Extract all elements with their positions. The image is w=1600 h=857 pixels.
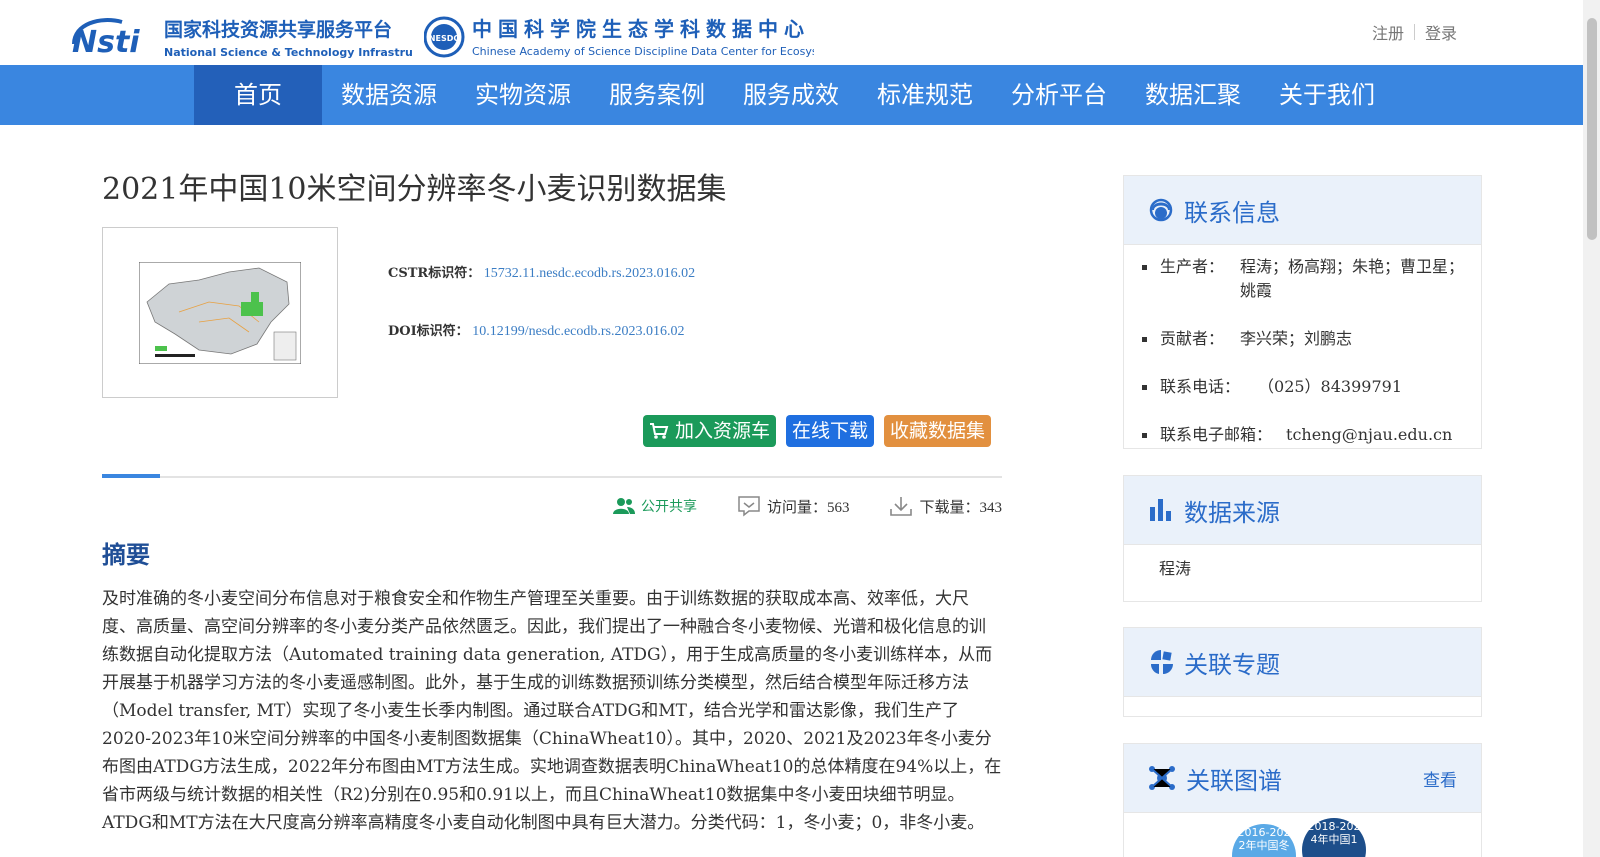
nav-item-4[interactable]: 服务成效 bbox=[724, 65, 858, 125]
nsti-logo[interactable]: Nsti 国家科技资源共享服务平台 National Science & Tec… bbox=[70, 14, 412, 60]
main-nav: 首页 数据资源 实物资源 服务案例 服务成效 标准规范 分析平台 数据汇聚 关于我们 bbox=[0, 65, 1583, 125]
nav-item-2[interactable]: 实物资源 bbox=[456, 65, 590, 125]
related-topics-panel: 关联专题 bbox=[1123, 627, 1482, 717]
scrollbar-thumb[interactable] bbox=[1587, 18, 1597, 240]
download-icon bbox=[890, 497, 913, 516]
contributor-item: 贡献者： 李兴荣；刘鹏志 bbox=[1142, 327, 1465, 351]
email-value[interactable]: tcheng@njau.edu.cn bbox=[1286, 423, 1452, 447]
related-graph-header: 关联图谱 查看 bbox=[1124, 744, 1481, 813]
phone-value: （025）84399791 bbox=[1258, 377, 1402, 396]
svg-text:2018-202: 2018-202 bbox=[1308, 820, 1361, 833]
visits-label: 访问量：563 bbox=[766, 499, 850, 516]
svg-text:2年中国冬: 2年中国冬 bbox=[1239, 838, 1290, 852]
downloads-label: 下载量：343 bbox=[919, 499, 1002, 516]
producer-value: 程涛；杨高翔；朱艳；曹卫星；姚霞 bbox=[1240, 257, 1465, 300]
logo2-cn: 中国科学院生态学科数据中心 bbox=[472, 17, 810, 41]
dataset-main: 2021年中国10米空间分辨率冬小麦识别数据集 CSTR标识符： 15732.1… bbox=[102, 165, 1002, 833]
contact-list: 生产者： 程涛；杨高翔；朱艳；曹卫星；姚霞 贡献者： 李兴荣；刘鹏志 联系电话：… bbox=[1124, 245, 1481, 477]
abstract-heading: 摘要 bbox=[102, 541, 150, 569]
action-buttons: 加入资源车 在线下载 收藏数据集 bbox=[643, 415, 992, 447]
view-graph-link[interactable]: 查看 bbox=[1423, 766, 1457, 791]
producer-label: 生产者： bbox=[1160, 257, 1225, 276]
abstract-text: 及时准确的冬小麦空间分布信息对于粮食安全和作物生产管理至关重要。由于训练数据的获… bbox=[102, 589, 1002, 833]
header: Nsti 国家科技资源共享服务平台 National Science & Tec… bbox=[0, 0, 1583, 65]
nav-item-8[interactable]: 关于我们 bbox=[1260, 65, 1394, 125]
add-to-cart-button[interactable]: 加入资源车 bbox=[643, 415, 777, 447]
online-download-label: 在线下载 bbox=[792, 420, 869, 442]
downloads-stat: 下载量：343 bbox=[889, 495, 1002, 517]
comment-icon bbox=[738, 496, 760, 517]
logo2-en: Chinese Academy of Science Discipline Da… bbox=[472, 45, 814, 58]
nesdc-logo[interactable]: NESDC 中国科学院生态学科数据中心 Chinese Academy of S… bbox=[424, 15, 814, 61]
svg-text:Nsti: Nsti bbox=[72, 25, 140, 60]
register-link[interactable]: 注册 bbox=[1372, 20, 1404, 44]
logo1-en: National Science & Technology Infrastruc… bbox=[164, 46, 412, 59]
network-graph-icon bbox=[1149, 766, 1175, 790]
dataset-title: 2021年中国10米空间分辨率冬小麦识别数据集 bbox=[102, 172, 727, 207]
contact-panel-title: 联系信息 bbox=[1184, 198, 1280, 227]
visits-stat: 访问量：563 bbox=[737, 495, 850, 517]
favorite-dataset-label: 收藏数据集 bbox=[890, 420, 986, 442]
related-topics-header: 关联专题 bbox=[1124, 628, 1481, 697]
nav-item-6[interactable]: 分析平台 bbox=[992, 65, 1126, 125]
nav-item-0[interactable]: 首页 bbox=[194, 65, 322, 125]
identifiers: CSTR标识符： 15732.11.nesdc.ecodb.rs.2023.01… bbox=[388, 262, 695, 378]
topic-icon bbox=[1150, 650, 1173, 674]
svg-text:2016-202: 2016-202 bbox=[1238, 826, 1291, 839]
service-agent-icon bbox=[1149, 198, 1173, 222]
nav-item-1[interactable]: 数据资源 bbox=[322, 65, 456, 125]
svg-text:4年中国1: 4年中国1 bbox=[1311, 832, 1358, 846]
nav-item-5[interactable]: 标准规范 bbox=[858, 65, 992, 125]
contact-panel: 联系信息 生产者： 程涛；杨高翔；朱艳；曹卫星；姚霞 贡献者： 李兴荣；刘鹏志 … bbox=[1123, 175, 1482, 449]
nav-item-3[interactable]: 服务案例 bbox=[590, 65, 724, 125]
favorite-dataset-button[interactable]: 收藏数据集 bbox=[884, 415, 992, 447]
cstr-link[interactable]: 15732.11.nesdc.ecodb.rs.2023.016.02 bbox=[484, 266, 695, 281]
graph-node-2016[interactable]: 2016-202 2年中国冬 bbox=[1232, 824, 1296, 857]
add-to-cart-label: 加入资源车 bbox=[675, 420, 771, 442]
related-graph-title: 关联图谱 bbox=[1186, 766, 1282, 795]
data-source-title: 数据来源 bbox=[1184, 498, 1280, 527]
dataset-thumbnail[interactable] bbox=[102, 227, 338, 398]
related-topics-title: 关联专题 bbox=[1184, 650, 1280, 679]
related-graph-panel: 关联图谱 查看 2016-202 2年中国冬 2018-202 4年中国1 bbox=[1123, 743, 1482, 857]
data-source-header: 数据来源 bbox=[1124, 476, 1481, 545]
svg-text:NESDC: NESDC bbox=[429, 34, 460, 43]
producer-item: 生产者： 程涛；杨高翔；朱艳；曹卫星；姚霞 bbox=[1142, 255, 1465, 303]
logo1-cn: 国家科技资源共享服务平台 bbox=[164, 18, 392, 41]
cstr-row: CSTR标识符： 15732.11.nesdc.ecodb.rs.2023.01… bbox=[388, 262, 695, 282]
auth-links: 注册 登录 bbox=[1372, 20, 1457, 44]
cstr-label: CSTR标识符： bbox=[388, 266, 481, 281]
online-download-button[interactable]: 在线下载 bbox=[786, 415, 875, 447]
china-map-thumbnail bbox=[139, 262, 301, 364]
contact-panel-header: 联系信息 bbox=[1124, 176, 1481, 245]
doi-label: DOI标识符： bbox=[388, 324, 469, 339]
stats-bar: 公开共享 访问量：563 下载量：343 bbox=[102, 495, 1002, 517]
email-label: 联系电子邮箱： bbox=[1160, 425, 1273, 444]
public-share-stat: 公开共享 bbox=[612, 496, 697, 516]
login-link[interactable]: 登录 bbox=[1425, 20, 1457, 44]
tab-active-indicator[interactable] bbox=[102, 474, 160, 478]
graph-canvas: 2016-202 2年中国冬 2018-202 4年中国1 bbox=[1232, 818, 1366, 857]
cart-icon bbox=[650, 423, 669, 439]
graph-node-2018[interactable]: 2018-202 4年中国1 bbox=[1302, 818, 1366, 857]
tab-divider bbox=[102, 474, 1002, 478]
nav-item-7[interactable]: 数据汇聚 bbox=[1126, 65, 1260, 125]
doi-link[interactable]: 10.12199/nesdc.ecodb.rs.2023.016.02 bbox=[472, 324, 684, 339]
phone-label: 联系电话： bbox=[1160, 377, 1241, 396]
contributor-label: 贡献者： bbox=[1160, 329, 1225, 348]
email-item: 联系电子邮箱： tcheng@njau.edu.cn bbox=[1142, 423, 1465, 447]
bar-chart-icon bbox=[1150, 499, 1171, 521]
data-source-value: 程涛 bbox=[1159, 559, 1192, 578]
contributor-value: 李兴荣；刘鹏志 bbox=[1240, 329, 1353, 348]
users-icon bbox=[612, 498, 635, 514]
public-share-label: 公开共享 bbox=[640, 499, 697, 515]
phone-item: 联系电话： （025）84399791 bbox=[1142, 375, 1465, 399]
doi-row: DOI标识符： 10.12199/nesdc.ecodb.rs.2023.016… bbox=[388, 320, 695, 340]
data-source-panel: 数据来源 程涛 bbox=[1123, 475, 1482, 602]
